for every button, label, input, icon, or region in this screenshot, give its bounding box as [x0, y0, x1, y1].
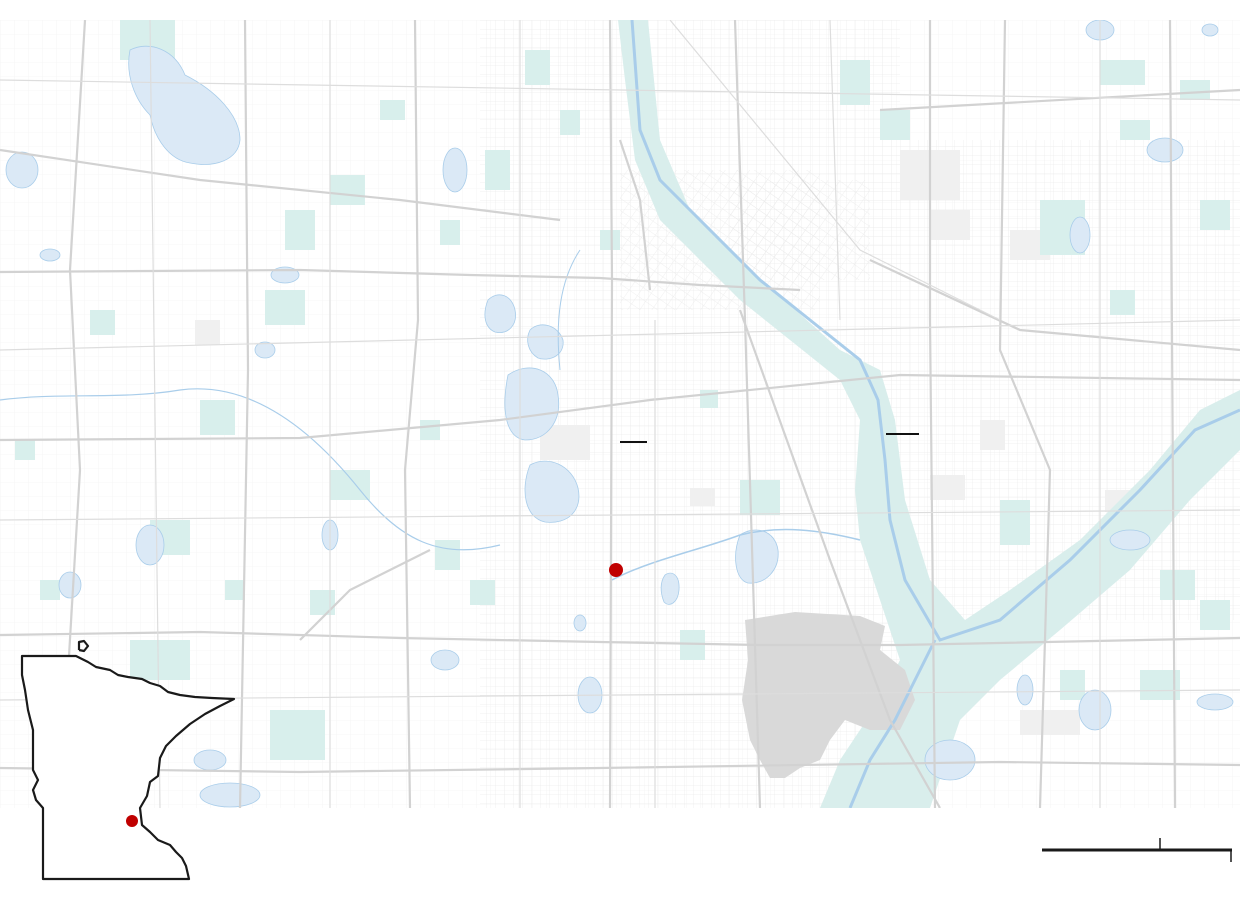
- scale-bar: [1042, 838, 1232, 862]
- scale-bar-graphic: [1042, 838, 1232, 862]
